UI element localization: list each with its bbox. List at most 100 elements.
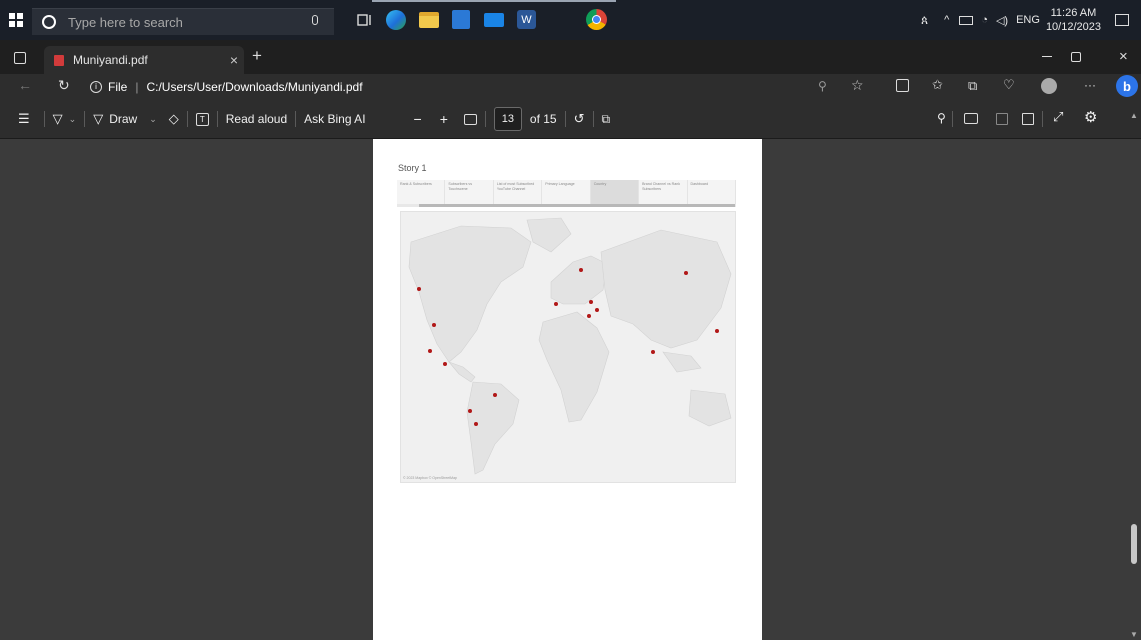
pdf-toolbar: ☰ ▽ ⌄ ▽ Draw ⌄ ◇ T Read aloud Ask Bing A… (0, 100, 1141, 139)
minimize-window-icon[interactable] (1042, 56, 1052, 57)
world-map-svg (408, 217, 732, 475)
browser-essentials-icon[interactable]: ♡ (1003, 77, 1015, 93)
wifi-icon[interactable]: ◔ (981, 14, 988, 26)
tab-muniyandi-pdf[interactable]: Muniyandi.pdf × (44, 46, 244, 74)
taskbar-search-box[interactable]: Type here to search (32, 8, 334, 35)
zoom-icon[interactable]: ⚲ (818, 79, 827, 93)
system-tray: ጰ ^ ◔ ◁) ENG 11:26 AM 10/12/2023 (921, 0, 1141, 40)
tab-close-icon[interactable]: × (230, 52, 238, 68)
settings-gear-icon[interactable]: ⚙ (1084, 108, 1097, 126)
fullscreen-icon[interactable]: ⤢ (1053, 109, 1063, 125)
story-tab[interactable]: Subscribers vs Touchscene (445, 180, 494, 204)
zoom-out-button[interactable]: − (414, 111, 422, 127)
back-arrow-icon[interactable]: ← (18, 77, 32, 93)
toolbar-divider (216, 111, 218, 127)
system-clock[interactable]: 11:26 AM 10/12/2023 (1046, 6, 1101, 34)
country-marker (651, 350, 655, 354)
story-navigator-track (397, 204, 736, 207)
ask-bing-ai-button[interactable]: Ask Bing AI (304, 112, 365, 126)
language-indicator[interactable]: ENG (1016, 14, 1040, 26)
highlight-icon[interactable]: ▽ (53, 111, 63, 127)
refresh-icon[interactable]: ↻ (58, 77, 70, 94)
clock-date: 10/12/2023 (1045, 21, 1101, 33)
search-placeholder: Type here to search (68, 14, 183, 30)
page-number-input[interactable]: 13 (493, 107, 522, 131)
profile-avatar[interactable] (1041, 78, 1057, 94)
story-tab[interactable]: Country (590, 180, 640, 204)
country-marker (554, 302, 558, 306)
print-icon[interactable] (964, 113, 978, 124)
notification-icon[interactable] (1115, 14, 1129, 26)
clock-time: 11:26 AM (1050, 7, 1097, 19)
draw-icon[interactable]: ▽ (93, 111, 103, 127)
battery-icon[interactable] (959, 15, 974, 25)
toolbar-divider (186, 111, 188, 127)
chrome-app-icon[interactable] (586, 9, 607, 30)
toolbar-divider (484, 111, 486, 127)
mail-icon[interactable] (484, 13, 504, 27)
windows-start-icon[interactable] (8, 12, 24, 28)
people-icon[interactable]: ጰ (921, 13, 928, 28)
favorite-star-icon[interactable]: ☆ (851, 77, 864, 94)
page-view-icon[interactable]: ⧉ (602, 112, 611, 127)
add-text-icon[interactable]: T (195, 112, 209, 126)
tab-title: Muniyandi.pdf (73, 53, 148, 67)
bing-copilot-icon[interactable]: b (1116, 75, 1138, 97)
country-marker (443, 362, 447, 366)
find-icon[interactable]: ⚲ (937, 111, 946, 125)
collections-icon[interactable]: ⧉ (968, 78, 977, 94)
browser-tab-bar: Muniyandi.pdf × + × (0, 40, 1141, 74)
new-tab-button[interactable]: + (252, 46, 262, 66)
toolbar-divider (295, 111, 297, 127)
eraser-icon[interactable]: ◇ (169, 111, 179, 127)
file-explorer-icon[interactable] (419, 12, 439, 28)
page-total: of 15 (529, 112, 557, 126)
more-options-icon[interactable]: ··· (1084, 78, 1096, 92)
highlight-dropdown-chevron-icon[interactable]: ⌄ (69, 114, 77, 125)
rotate-icon[interactable]: ↺ (574, 111, 585, 127)
story-tab[interactable]: List of most Subscribed YouTube Channel (494, 180, 543, 204)
story-tab[interactable]: Rank & Subscribers (397, 180, 446, 204)
story-tab[interactable]: Dashboard (688, 180, 736, 204)
country-marker (684, 271, 688, 275)
toolbar-divider (952, 111, 953, 127)
chevron-up-icon[interactable]: ^ (944, 14, 949, 26)
draw-button[interactable]: Draw (109, 112, 137, 126)
story-tab[interactable]: Brand Channel vs Rank Subscribers (639, 180, 688, 204)
favorites-icon[interactable]: ✩ (932, 77, 943, 93)
close-window-icon[interactable]: × (1119, 48, 1128, 65)
url-field[interactable]: i File | C:/Users/User/Downloads/Muniyan… (90, 75, 890, 99)
draw-dropdown-chevron-icon[interactable]: ⌄ (149, 114, 157, 125)
table-of-contents-icon[interactable]: ☰ (18, 111, 30, 127)
toolbar-divider (43, 111, 45, 127)
vertical-scrollbar[interactable]: ▲ ▼ (1127, 111, 1141, 640)
url-scheme: File (108, 80, 128, 94)
restore-window-icon[interactable] (1071, 52, 1081, 62)
country-marker (432, 323, 436, 327)
read-aloud-button[interactable]: Read aloud (226, 112, 287, 126)
task-view-icon[interactable] (356, 12, 374, 28)
microphone-icon[interactable] (312, 15, 318, 25)
microsoft-store-icon[interactable] (452, 10, 470, 29)
pdf-viewer-canvas[interactable]: Story 1 Rank & Subscribers Subscribers vs… (0, 139, 1141, 640)
toolbar-divider (1042, 111, 1043, 127)
split-screen-icon[interactable] (896, 79, 909, 92)
scroll-down-arrow-icon[interactable]: ▼ (1130, 630, 1138, 639)
asia-land (600, 229, 732, 349)
scroll-up-arrow-icon[interactable]: ▲ (1130, 111, 1138, 120)
browser-address-bar: ← ↻ i File | C:/Users/User/Downloads/Mun… (0, 74, 1141, 100)
country-marker (468, 409, 472, 413)
zoom-in-button[interactable]: + (440, 111, 448, 127)
volume-icon[interactable]: ◁) (996, 14, 1008, 27)
save-as-icon[interactable] (1022, 113, 1034, 125)
scrollbar-thumb[interactable] (1131, 524, 1137, 564)
save-icon[interactable] (996, 113, 1008, 125)
word-app-icon[interactable]: W (517, 10, 536, 29)
europe-land (550, 255, 608, 305)
north-america-land (408, 225, 532, 363)
url-separator: | (135, 80, 139, 94)
tab-actions-icon[interactable] (14, 52, 26, 64)
edge-app-icon[interactable] (386, 10, 406, 30)
story-tab[interactable]: Primary Language (542, 180, 591, 204)
fit-to-width-icon[interactable] (463, 113, 477, 125)
